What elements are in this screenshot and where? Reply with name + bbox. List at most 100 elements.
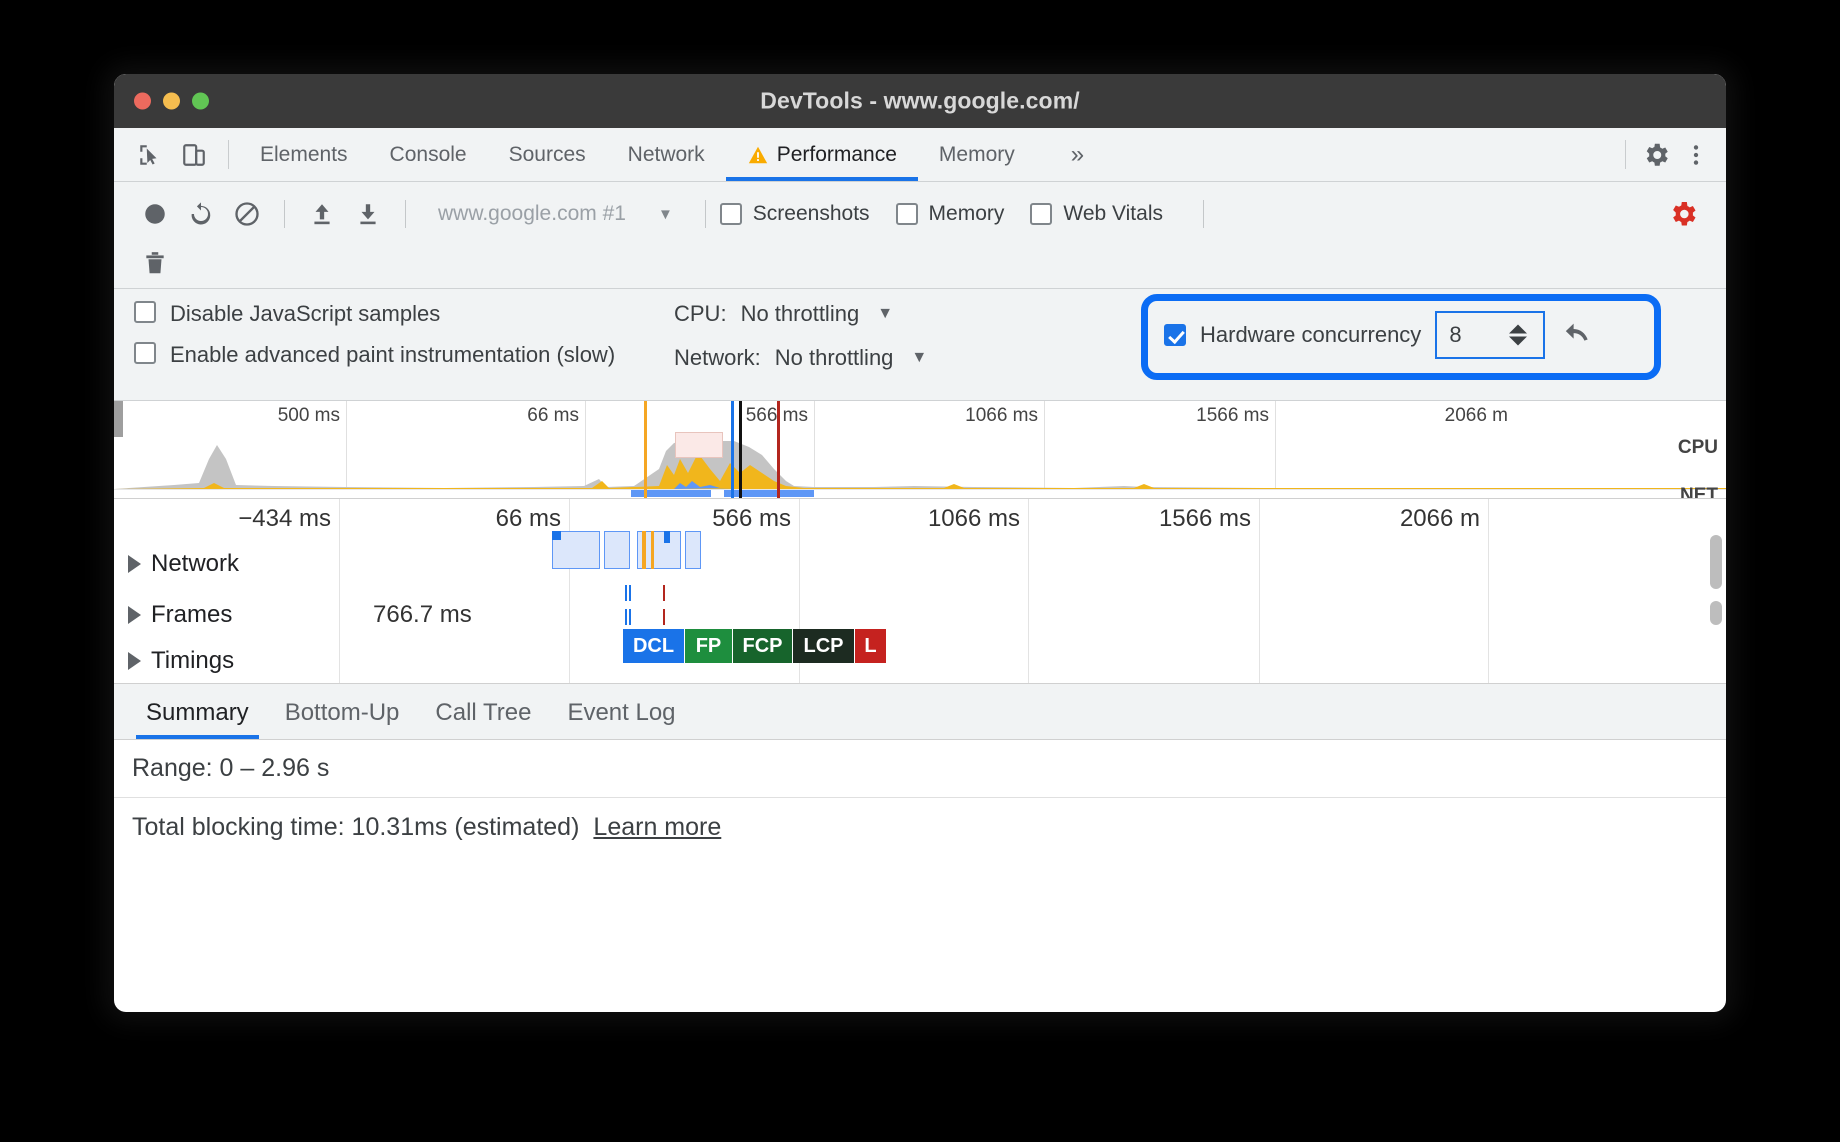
tab-bottom-up[interactable]: Bottom-Up <box>267 699 418 739</box>
tab-label: Network <box>628 143 705 167</box>
session-name-label: www.google.com #1 <box>420 202 640 226</box>
tab-summary[interactable]: Summary <box>128 699 267 739</box>
checkbox-memory[interactable]: Memory <box>896 202 1005 226</box>
spinner-down-arrow[interactable] <box>1509 337 1527 346</box>
settings-column-left: Disable JavaScript samples Enable advanc… <box>114 295 674 390</box>
upload-icon[interactable] <box>299 191 345 237</box>
tab-network[interactable]: Network <box>607 128 726 181</box>
tab-sources[interactable]: Sources <box>488 128 607 181</box>
record-icon[interactable] <box>132 191 178 237</box>
overview-net-label: NET <box>1680 485 1718 499</box>
number-spinner-icon[interactable] <box>1509 325 1527 346</box>
more-vertical-icon[interactable] <box>1676 135 1716 175</box>
details-tabbar: Summary Bottom-Up Call Tree Event Log <box>114 684 1726 740</box>
trash-icon[interactable] <box>132 240 178 286</box>
tab-performance[interactable]: Performance <box>726 128 918 181</box>
overview-tick: 66 ms <box>527 405 585 427</box>
checkbox-box[interactable] <box>134 342 156 364</box>
download-icon[interactable] <box>345 191 391 237</box>
network-request-bars <box>552 531 732 571</box>
checkbox-disable-js-samples[interactable]: Disable JavaScript samples <box>134 301 674 326</box>
tab-label: Event Log <box>567 699 675 726</box>
track-name: Frames <box>151 601 232 629</box>
timing-marker-fcp[interactable]: FCP <box>733 629 793 663</box>
spinner-up-arrow[interactable] <box>1509 325 1527 334</box>
overview-tick: 500 ms <box>278 405 346 427</box>
timing-marker-dcl[interactable]: DCL <box>623 629 685 663</box>
tab-label: Sources <box>509 143 586 167</box>
tab-overflow-button[interactable]: » <box>1036 128 1119 181</box>
timeline-vertical-scrollbar[interactable] <box>1710 535 1722 589</box>
track-label-timings[interactable]: Timings <box>114 647 339 675</box>
overview-cpu-sparkline <box>114 429 1726 489</box>
track-label-network[interactable]: Network <box>114 550 339 578</box>
timing-markers: DCL FP FCP LCP L <box>623 629 887 663</box>
overview-tick: 2066 m <box>1445 405 1514 427</box>
inspect-icon[interactable] <box>130 135 170 175</box>
network-throttling-row[interactable]: Network: No throttling ▼ <box>674 345 1034 371</box>
timing-marker-fp[interactable]: FP <box>685 629 733 663</box>
overview-tick: 566 ms <box>746 405 814 427</box>
settings-gear-icon[interactable] <box>1636 135 1676 175</box>
chevron-down-icon[interactable]: ▼ <box>911 349 927 367</box>
devtools-tabs: Elements Console Sources Network Perform… <box>239 128 1119 181</box>
clear-icon[interactable] <box>224 191 270 237</box>
record-toolbar-row-1: www.google.com #1 ▼ Screenshots Memory W… <box>132 188 1708 240</box>
capture-settings-gear-icon[interactable] <box>1662 191 1708 237</box>
checkbox-box[interactable] <box>1030 203 1052 225</box>
timeline-overview[interactable]: 500 ms 66 ms 566 ms 1066 ms 1566 ms 2066… <box>114 401 1726 499</box>
tab-call-tree[interactable]: Call Tree <box>417 699 549 739</box>
tab-elements[interactable]: Elements <box>239 128 369 181</box>
tab-event-log[interactable]: Event Log <box>549 699 693 739</box>
overview-tick: 1566 ms <box>1196 405 1275 427</box>
overview-cpu-label: CPU <box>1678 437 1718 459</box>
session-dropdown-caret-icon[interactable]: ▼ <box>640 206 691 223</box>
network-throttling-value[interactable]: No throttling <box>775 345 894 371</box>
expand-caret-icon[interactable] <box>128 606 141 624</box>
toolbar-divider-1 <box>284 200 285 228</box>
device-toolbar-icon[interactable] <box>174 135 214 175</box>
tab-memory[interactable]: Memory <box>918 128 1036 181</box>
cpu-throttling-row[interactable]: CPU: No throttling ▼ <box>674 301 1034 327</box>
checkbox-box[interactable] <box>134 301 156 323</box>
tab-label: Console <box>390 143 467 167</box>
track-frames[interactable]: Frames 766.7 ms <box>114 593 1726 637</box>
expand-caret-icon[interactable] <box>128 652 141 670</box>
timing-marker-lcp[interactable]: LCP <box>793 629 855 663</box>
hardware-concurrency-input[interactable]: 8 <box>1435 311 1545 359</box>
toolbar-divider-2 <box>405 200 406 228</box>
undo-arrow-icon[interactable] <box>1559 318 1601 352</box>
more-tabs-chevron-icon: » <box>1057 141 1098 169</box>
chevron-down-icon[interactable]: ▼ <box>877 305 893 323</box>
window-title: DevTools - www.google.com/ <box>114 88 1726 115</box>
timeline-tick: 566 ms <box>712 505 799 533</box>
checkbox-web-vitals[interactable]: Web Vitals <box>1030 202 1163 226</box>
tab-console[interactable]: Console <box>369 128 488 181</box>
checkbox-box[interactable] <box>720 203 742 225</box>
checkbox-label: Enable advanced paint instrumentation (s… <box>170 342 615 367</box>
cpu-throttling-value[interactable]: No throttling <box>741 301 860 327</box>
timeline-vertical-scrollbar-thumb[interactable] <box>1710 601 1722 625</box>
timeline-tick: −434 ms <box>238 505 339 533</box>
settings-column-throttling: CPU: No throttling ▼ Network: No throttl… <box>674 295 1034 390</box>
track-label-frames[interactable]: Frames <box>114 601 339 629</box>
checkbox-advanced-paint-instrumentation[interactable]: Enable advanced paint instrumentation (s… <box>134 342 674 367</box>
hardware-concurrency-value: 8 <box>1449 322 1461 348</box>
warning-triangle-icon <box>747 144 769 166</box>
checkbox-label: Memory <box>929 202 1005 226</box>
expand-caret-icon[interactable] <box>128 555 141 573</box>
timing-marker-l[interactable]: L <box>855 629 887 663</box>
track-network[interactable]: Network <box>114 541 1726 587</box>
frame-markers <box>625 585 745 631</box>
devtools-window: DevTools - www.google.com/ Elements Cons… <box>114 74 1726 1012</box>
checkbox-box[interactable] <box>896 203 918 225</box>
record-toolbar-row-2 <box>132 240 1708 286</box>
checkbox-screenshots[interactable]: Screenshots <box>720 202 870 226</box>
checkbox-hardware-concurrency[interactable] <box>1164 324 1186 346</box>
timeline-tick: 1566 ms <box>1159 505 1259 533</box>
learn-more-link[interactable]: Learn more <box>593 813 721 842</box>
timeline-tracks[interactable]: −434 ms 66 ms 566 ms 1066 ms 1566 ms 206… <box>114 499 1726 684</box>
tab-label: Bottom-Up <box>285 699 400 726</box>
track-timings[interactable]: Timings <box>114 639 1726 683</box>
reload-record-icon[interactable] <box>178 191 224 237</box>
